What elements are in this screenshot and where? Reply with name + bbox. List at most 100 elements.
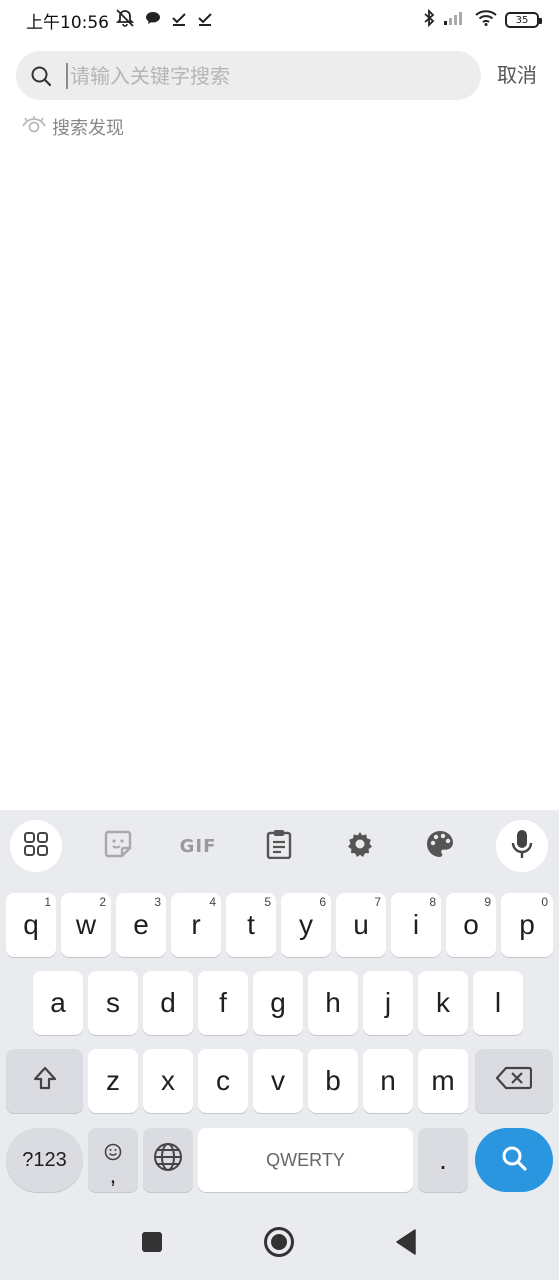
gif-icon: GIF <box>179 835 217 857</box>
eye-icon <box>22 115 46 139</box>
key-label: q <box>23 909 39 940</box>
back-button[interactable] <box>384 1222 428 1266</box>
key-n[interactable]: n <box>363 1049 413 1113</box>
soft-keyboard: GIF q1 w2 e3 r4 t5 y6 u7 i8 o9 p0 a s d … <box>0 810 559 1280</box>
key-q[interactable]: q1 <box>6 893 56 957</box>
clipboard-button[interactable] <box>253 820 305 872</box>
apps-grid-icon <box>23 831 49 861</box>
search-box[interactable] <box>16 51 481 100</box>
key-hint: 1 <box>44 895 51 909</box>
chat-bubble-icon <box>145 10 161 30</box>
key-label: r <box>191 909 201 940</box>
key-hint: 7 <box>374 895 381 909</box>
key-label: e <box>133 909 149 940</box>
palette-icon <box>425 829 455 863</box>
key-label: y <box>299 909 313 940</box>
square-icon <box>141 1231 163 1257</box>
home-circle-icon <box>263 1226 295 1262</box>
shift-arrow-icon <box>32 1065 58 1098</box>
search-icon <box>30 65 52 87</box>
key-p[interactable]: p0 <box>501 893 553 957</box>
key-t[interactable]: t5 <box>226 893 276 957</box>
key-m[interactable]: m <box>418 1049 468 1113</box>
key-hint: 5 <box>264 895 271 909</box>
key-w[interactable]: w2 <box>61 893 111 957</box>
settings-button[interactable] <box>334 820 386 872</box>
gif-button[interactable]: GIF <box>172 820 224 872</box>
check-download-icon <box>171 10 187 30</box>
bluetooth-icon <box>423 8 435 31</box>
search-enter-key[interactable] <box>475 1128 553 1192</box>
text-cursor <box>66 62 68 89</box>
key-label: t <box>247 909 255 940</box>
space-label: QWERTY <box>266 1149 345 1170</box>
key-e[interactable]: e3 <box>116 893 166 957</box>
sticker-button[interactable] <box>92 820 144 872</box>
key-h[interactable]: h <box>308 971 358 1035</box>
language-key[interactable] <box>143 1128 193 1192</box>
key-label: i <box>412 909 420 940</box>
search-discover-header: 搜索发现 <box>22 114 124 140</box>
comma-label: , <box>109 1162 117 1189</box>
mute-bell-icon <box>115 9 135 31</box>
key-hint: 4 <box>209 895 216 909</box>
battery-icon: 35 <box>505 12 542 28</box>
key-label: p <box>519 909 535 940</box>
key-hint: 8 <box>429 895 436 909</box>
emoji-comma-key[interactable]: , <box>88 1128 138 1192</box>
key-z[interactable]: z <box>88 1049 138 1113</box>
key-hint: 3 <box>154 895 161 909</box>
period-key[interactable]: . <box>418 1128 468 1192</box>
key-label: w <box>75 909 97 940</box>
backspace-icon <box>495 1065 533 1097</box>
key-g[interactable]: g <box>253 971 303 1035</box>
key-hint: 0 <box>541 895 548 909</box>
space-key[interactable]: QWERTY <box>198 1128 413 1192</box>
clipboard-icon <box>266 829 292 863</box>
sticker-icon <box>103 829 133 863</box>
apps-grid-button[interactable] <box>10 820 62 872</box>
status-system-icons: 35 <box>423 8 542 31</box>
key-v[interactable]: v <box>253 1049 303 1113</box>
key-i[interactable]: i8 <box>391 893 441 957</box>
voice-input-button[interactable] <box>496 820 548 872</box>
globe-icon <box>152 1141 184 1180</box>
key-r[interactable]: r4 <box>171 893 221 957</box>
navigation-bar <box>0 1208 559 1280</box>
home-button[interactable] <box>257 1222 301 1266</box>
key-a[interactable]: a <box>33 971 83 1035</box>
key-y[interactable]: y6 <box>281 893 331 957</box>
key-label: u <box>353 909 369 940</box>
key-u[interactable]: u7 <box>336 893 386 957</box>
key-k[interactable]: k <box>418 971 468 1035</box>
key-d[interactable]: d <box>143 971 193 1035</box>
backspace-key[interactable] <box>475 1049 553 1113</box>
key-hint: 6 <box>319 895 326 909</box>
gear-icon <box>345 829 375 863</box>
discover-label: 搜索发现 <box>52 118 124 139</box>
check-download-icon-2 <box>197 10 213 30</box>
key-hint: 2 <box>99 895 106 909</box>
signal-icon <box>443 10 467 30</box>
theme-button[interactable] <box>414 820 466 872</box>
recents-button[interactable] <box>130 1222 174 1266</box>
cancel-button[interactable]: 取消 <box>497 59 537 88</box>
key-j[interactable]: j <box>363 971 413 1035</box>
key-f[interactable]: f <box>198 971 248 1035</box>
key-l[interactable]: l <box>473 971 523 1035</box>
back-triangle-icon <box>395 1229 417 1259</box>
symbols-key[interactable]: ?123 <box>6 1128 83 1192</box>
key-x[interactable]: x <box>143 1049 193 1113</box>
status-time: 上午10:56 <box>26 12 109 33</box>
shift-key[interactable] <box>6 1049 83 1113</box>
key-hint: 9 <box>484 895 491 909</box>
search-icon <box>500 1144 528 1176</box>
key-o[interactable]: o9 <box>446 893 496 957</box>
keyboard-toolbar: GIF <box>0 810 559 882</box>
key-b[interactable]: b <box>308 1049 358 1113</box>
wifi-icon <box>475 10 497 30</box>
key-c[interactable]: c <box>198 1049 248 1113</box>
search-input[interactable] <box>70 63 450 88</box>
key-s[interactable]: s <box>88 971 138 1035</box>
key-label: o <box>463 909 479 940</box>
